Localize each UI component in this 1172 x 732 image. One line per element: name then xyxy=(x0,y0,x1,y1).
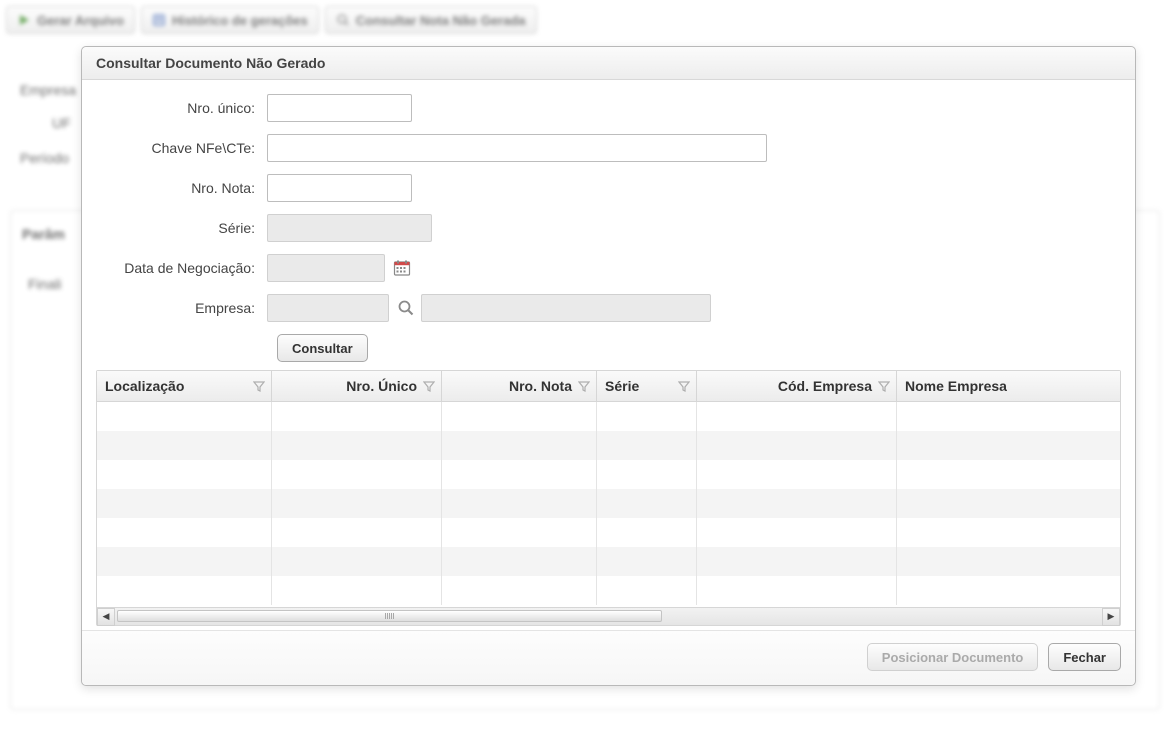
filter-icon[interactable] xyxy=(253,380,265,392)
result-grid: Localização Nro. Único Nro. Nota Série C… xyxy=(96,370,1121,626)
table-row xyxy=(97,518,1120,547)
data-neg-label: Data de Negociação: xyxy=(92,260,267,276)
filter-icon[interactable] xyxy=(678,380,690,392)
bg-label-param: Parâm xyxy=(22,226,65,242)
scroll-track[interactable] xyxy=(115,608,1102,625)
bg-label-periodo: Período xyxy=(20,150,69,166)
filter-icon[interactable] xyxy=(578,380,590,392)
filter-icon[interactable] xyxy=(423,380,435,392)
col-localizacao[interactable]: Localização xyxy=(97,371,272,401)
table-row xyxy=(97,460,1120,489)
calendar-icon[interactable] xyxy=(391,257,413,279)
scroll-left-icon[interactable]: ◀ xyxy=(97,608,115,626)
col-nro-nota[interactable]: Nro. Nota xyxy=(442,371,597,401)
table-row xyxy=(97,402,1120,431)
nro-nota-label: Nro. Nota: xyxy=(92,180,267,196)
chave-input[interactable] xyxy=(267,134,767,162)
empresa-code-input[interactable] xyxy=(267,294,389,322)
table-row xyxy=(97,431,1120,460)
search-icon[interactable] xyxy=(395,297,417,319)
col-cod-empresa[interactable]: Cód. Empresa xyxy=(697,371,897,401)
col-nome-empresa[interactable]: Nome Empresa xyxy=(897,371,1120,401)
modal-title: Consultar Documento Não Gerado xyxy=(82,47,1135,80)
posicionar-documento-button[interactable]: Posicionar Documento xyxy=(867,643,1039,671)
grid-header: Localização Nro. Único Nro. Nota Série C… xyxy=(97,371,1120,402)
chave-label: Chave NFe\CTe: xyxy=(92,140,267,156)
nro-nota-input[interactable] xyxy=(267,174,412,202)
bg-historico-button: Histórico de gerações xyxy=(141,6,319,34)
modal-body: Nro. único: Chave NFe\CTe: Nro. Nota: Sé… xyxy=(82,80,1135,630)
empresa-desc-input[interactable] xyxy=(421,294,711,322)
grid-hscrollbar[interactable]: ◀ ▶ xyxy=(97,607,1120,625)
table-row xyxy=(97,489,1120,518)
bg-label-uf: UF xyxy=(52,115,71,131)
col-nro-unico[interactable]: Nro. Único xyxy=(272,371,442,401)
fechar-button[interactable]: Fechar xyxy=(1048,643,1121,671)
table-row xyxy=(97,576,1120,605)
scroll-thumb[interactable] xyxy=(117,610,662,622)
nro-unico-input[interactable] xyxy=(267,94,412,122)
table-row xyxy=(97,547,1120,576)
bg-gerar-arquivo-button: Gerar Arquivo xyxy=(6,6,135,34)
bg-consultar-nota-button: Consultar Nota Não Gerada xyxy=(325,6,537,34)
empresa-label: Empresa: xyxy=(92,300,267,316)
serie-label: Série: xyxy=(92,220,267,236)
grid-body xyxy=(97,402,1120,607)
modal-footer: Posicionar Documento Fechar xyxy=(82,630,1135,685)
consultar-button[interactable]: Consultar xyxy=(277,334,368,362)
serie-input[interactable] xyxy=(267,214,432,242)
data-neg-input[interactable] xyxy=(267,254,385,282)
col-serie[interactable]: Série xyxy=(597,371,697,401)
filter-icon[interactable] xyxy=(878,380,890,392)
bg-label-finali: Finali xyxy=(28,276,61,292)
scroll-right-icon[interactable]: ▶ xyxy=(1102,608,1120,626)
nro-unico-label: Nro. único: xyxy=(92,100,267,116)
consultar-documento-modal: Consultar Documento Não Gerado Nro. únic… xyxy=(81,46,1136,686)
bg-label-empresa: Empresa xyxy=(20,82,76,98)
bg-toolbar: Gerar Arquivo Histórico de gerações Cons… xyxy=(0,0,1172,44)
